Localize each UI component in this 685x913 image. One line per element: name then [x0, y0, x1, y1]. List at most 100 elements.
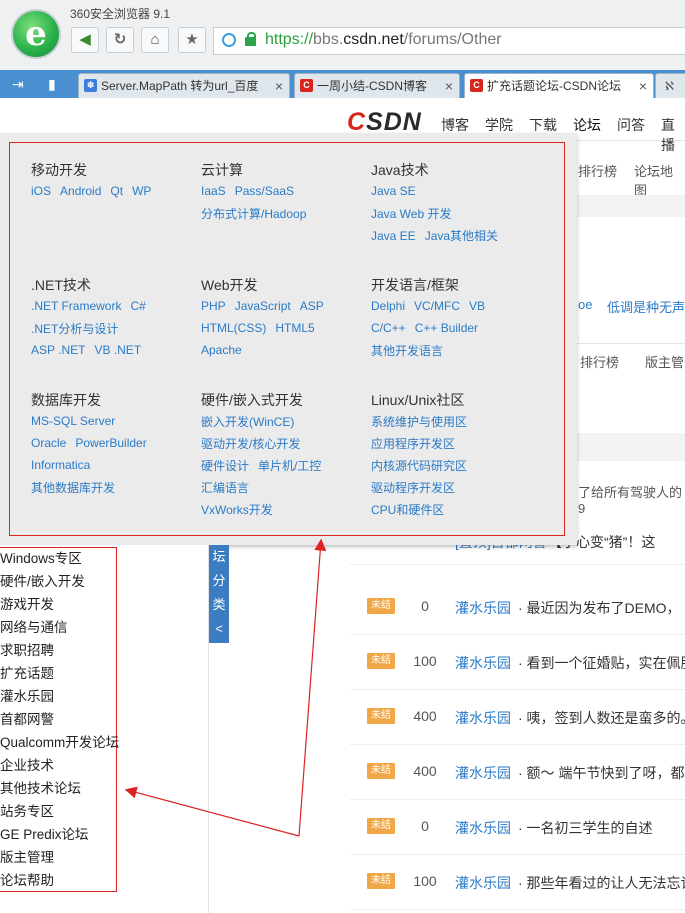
- thread-forum[interactable]: 灌水乐园: [455, 653, 511, 673]
- category-link[interactable]: 系统维护与使用区: [371, 415, 467, 429]
- nav-academy[interactable]: 学院: [485, 115, 513, 135]
- browser-logo-icon[interactable]: e: [11, 9, 61, 59]
- url-text[interactable]: https://bbs.csdn.net/forums/Other: [265, 31, 502, 49]
- category-link[interactable]: Qt: [110, 184, 123, 198]
- sidebar-item[interactable]: 求职招聘: [0, 639, 54, 659]
- forum-category-collapse-tab[interactable]: 坛 分 类 <: [209, 545, 229, 643]
- back-button[interactable]: ◀: [71, 27, 99, 53]
- category-link[interactable]: 汇编语言: [201, 481, 249, 495]
- thread-title[interactable]: · 最近因为发布了DEMO，: [518, 598, 681, 618]
- category-link[interactable]: VxWorks开发: [201, 503, 273, 517]
- nav-forum[interactable]: 论坛: [573, 115, 601, 135]
- sidebar-item[interactable]: 论坛帮助: [0, 869, 54, 889]
- category-link[interactable]: 嵌入开发(WinCE): [201, 415, 294, 429]
- home-button[interactable]: ⌂: [141, 27, 169, 53]
- category-link[interactable]: Java其他相关: [425, 229, 498, 243]
- nav-download[interactable]: 下载: [529, 115, 557, 135]
- thread-forum[interactable]: 灌水乐园: [455, 763, 511, 783]
- category-link[interactable]: Apache: [201, 343, 242, 357]
- sidebar-item[interactable]: GE Predix论坛: [0, 823, 89, 843]
- tab-partial[interactable]: ℵ: [655, 73, 685, 98]
- category-link[interactable]: 其他数据库开发: [31, 481, 115, 495]
- thread-row[interactable]: 未结 400 灌水乐园 · 咦，签到人数还是蛮多的。: [350, 690, 685, 745]
- trash-icon[interactable]: ▮: [48, 76, 56, 93]
- category-link[interactable]: 驱动开发/核心开发: [201, 437, 300, 451]
- nav-qa[interactable]: 问答: [617, 115, 645, 135]
- close-icon[interactable]: ×: [445, 74, 453, 98]
- thread-title[interactable]: · 看到一个征婚贴，实在佩服: [518, 653, 685, 673]
- category-link[interactable]: CPU和硬件区: [371, 503, 444, 517]
- category-link[interactable]: VB .NET: [94, 343, 141, 357]
- category-link[interactable]: VC/MFC: [414, 299, 460, 313]
- sitemap-link[interactable]: 论坛地图: [634, 161, 685, 199]
- moderator-tab[interactable]: 版主管: [645, 352, 684, 371]
- sidebar-item[interactable]: 硬件/嵌入开发: [0, 570, 85, 590]
- thread-forum[interactable]: 灌水乐园: [455, 598, 511, 618]
- thread-row[interactable]: 未结 100 灌水乐园 · 那些年看过的让人无法忘记: [350, 855, 685, 910]
- category-link[interactable]: 硬件设计: [201, 459, 249, 473]
- sidebar-item[interactable]: 其他技术论坛: [0, 777, 81, 797]
- category-link[interactable]: Delphi: [371, 299, 405, 313]
- category-link[interactable]: Android: [60, 184, 101, 198]
- category-link[interactable]: 单片机/工控: [258, 459, 321, 473]
- sidebar-item[interactable]: 首都网警: [0, 708, 54, 728]
- close-icon[interactable]: ×: [639, 74, 647, 98]
- sidebar-item[interactable]: 站务专区: [0, 800, 54, 820]
- category-link[interactable]: C/C++: [371, 321, 406, 335]
- thread-forum[interactable]: 灌水乐园: [455, 818, 511, 838]
- category-link[interactable]: Pass/SaaS: [235, 184, 294, 198]
- sidebar-item[interactable]: 版主管理: [0, 846, 54, 866]
- thread-row[interactable]: 未结 0 灌水乐园 · 一名初三学生的自述: [350, 800, 685, 855]
- favorite-button[interactable]: ★: [178, 27, 206, 53]
- sidebar-item[interactable]: Windows专区: [0, 547, 82, 567]
- banner-text[interactable]: 了给所有驾驶人的9: [578, 482, 685, 516]
- sidebar-toggle-icon[interactable]: ⇥: [12, 76, 24, 93]
- category-link[interactable]: PHP: [201, 299, 226, 313]
- sidebar-item[interactable]: Qualcomm开发论坛: [0, 731, 119, 751]
- thread-forum[interactable]: 灌水乐园: [455, 873, 511, 893]
- browser-tab[interactable]: ✽ Server.MapPath 转为url_百度 ×: [78, 73, 290, 98]
- category-link[interactable]: Oracle: [31, 436, 66, 450]
- sidebar-item[interactable]: 企业技术: [0, 754, 54, 774]
- nav-live[interactable]: 直播: [661, 115, 685, 155]
- sidebar-item[interactable]: 扩充话题: [0, 662, 54, 682]
- category-link[interactable]: Java SE: [371, 184, 416, 198]
- category-link[interactable]: ASP .NET: [31, 343, 85, 357]
- thread-row[interactable]: 未结 100 灌水乐园 · 看到一个征婚贴，实在佩服: [350, 635, 685, 690]
- category-link[interactable]: 分布式计算/Hadoop: [201, 207, 306, 221]
- thread-forum[interactable]: 灌水乐园: [455, 708, 511, 728]
- category-link[interactable]: VB: [469, 299, 485, 313]
- category-link[interactable]: C#: [130, 299, 145, 313]
- sidebar-item[interactable]: 灌水乐园: [0, 685, 54, 705]
- category-link[interactable]: Java EE: [371, 229, 416, 243]
- refresh-button[interactable]: ↻: [106, 27, 134, 53]
- ranking-link[interactable]: 排行榜: [578, 161, 617, 180]
- browser-tab[interactable]: C 一周小结-CSDN博客 ×: [294, 73, 460, 98]
- category-link[interactable]: 其他开发语言: [371, 344, 443, 358]
- category-link[interactable]: HTML5: [275, 321, 314, 335]
- category-link[interactable]: Java Web 开发: [371, 207, 451, 221]
- browser-tab[interactable]: C 扩充话题论坛-CSDN论坛 ×: [464, 73, 654, 98]
- category-link[interactable]: PowerBuilder: [75, 436, 146, 450]
- category-link[interactable]: ASP: [300, 299, 324, 313]
- category-link[interactable]: IaaS: [201, 184, 226, 198]
- sidebar-item[interactable]: 网络与通信: [0, 616, 68, 636]
- lowkey-link[interactable]: 低调是种无声: [607, 297, 685, 316]
- category-link[interactable]: Informatica: [31, 458, 90, 472]
- category-link[interactable]: iOS: [31, 184, 51, 198]
- thread-title[interactable]: · 那些年看过的让人无法忘记: [518, 873, 685, 893]
- thread-title[interactable]: · 一名初三学生的自述: [518, 818, 653, 838]
- thread-title[interactable]: · 咦，签到人数还是蛮多的。: [518, 708, 685, 728]
- thread-row[interactable]: 未结 400 灌水乐园 · 额～ 端午节快到了呀，都: [350, 745, 685, 800]
- close-icon[interactable]: ×: [275, 74, 283, 98]
- category-link[interactable]: 内核源代码研究区: [371, 459, 467, 473]
- category-link[interactable]: WP: [132, 184, 151, 198]
- category-link[interactable]: .NET分析与设计: [31, 322, 118, 336]
- thread-row[interactable]: 未结 0 灌水乐园 · 最近因为发布了DEMO，: [350, 580, 685, 635]
- category-link[interactable]: 应用程序开发区: [371, 437, 455, 451]
- category-link[interactable]: .NET Framework: [31, 299, 121, 313]
- thread-title[interactable]: · 额～ 端午节快到了呀，都: [518, 763, 684, 783]
- ranking-tab[interactable]: 排行榜: [580, 352, 619, 371]
- category-link[interactable]: MS-SQL Server: [31, 414, 115, 428]
- address-bar[interactable]: https://bbs.csdn.net/forums/Other: [213, 27, 685, 55]
